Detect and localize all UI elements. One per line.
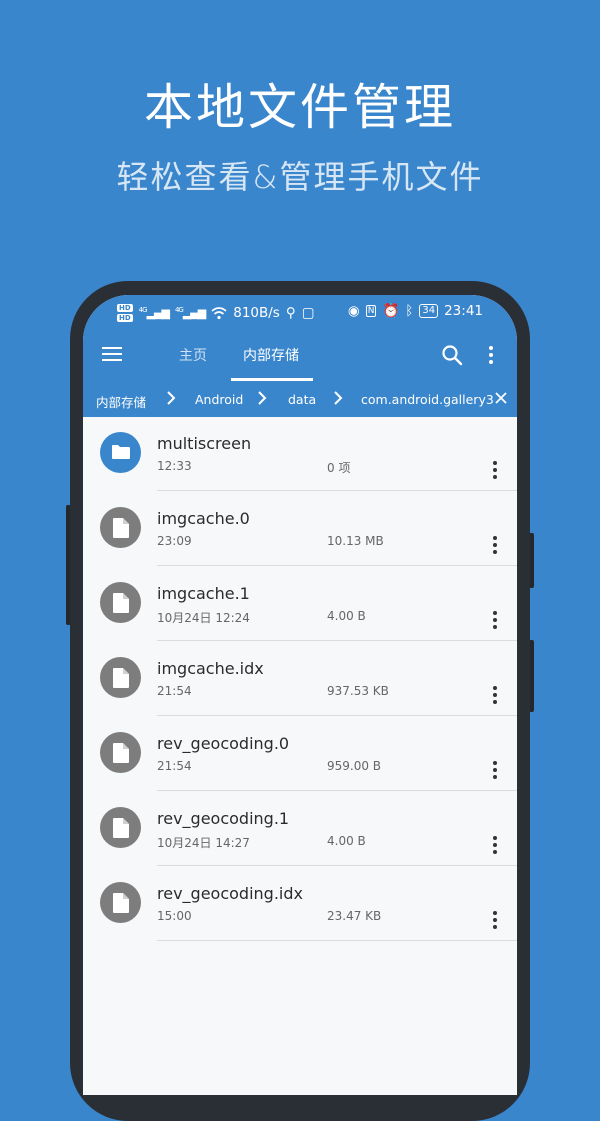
file-size: 4.00 B [327, 834, 366, 848]
file-time: 10月24日 12:24 [157, 611, 250, 625]
screenshot-icon: ▢ [301, 305, 315, 321]
more-options-icon[interactable] [492, 761, 498, 781]
file-name: rev_geocoding.idx [157, 884, 303, 903]
nfc-icon: N [365, 305, 377, 317]
breadcrumb-item-data[interactable]: data [288, 392, 316, 407]
tab-internal-storage[interactable]: 内部存储 [243, 345, 299, 365]
battery-icon: 34 [419, 304, 439, 318]
more-options-icon[interactable] [492, 911, 498, 931]
file-time: 23:09 [157, 534, 192, 548]
breadcrumb: 内部存储 Android data com.android.gallery3 [83, 381, 517, 417]
more-options-icon[interactable] [488, 346, 494, 366]
file-size: 10.13 MB [327, 534, 384, 548]
usb-icon: ⚲ [285, 305, 296, 321]
divider [157, 640, 517, 641]
folder-icon [100, 432, 141, 473]
eye-icon: ◉ [347, 303, 360, 319]
divider [157, 940, 517, 941]
bluetooth-icon: ᛒ [405, 303, 414, 319]
list-item[interactable]: imgcache.0 23:09 10.13 MB [83, 492, 517, 567]
more-options-icon[interactable] [492, 836, 498, 856]
file-name: imgcache.1 [157, 584, 250, 603]
file-size: 0 项 [327, 461, 351, 475]
file-icon [100, 507, 141, 548]
breadcrumb-item-android[interactable]: Android [195, 392, 243, 407]
file-name: multiscreen [157, 434, 252, 453]
file-name: imgcache.idx [157, 659, 264, 678]
chevron-right-icon [258, 391, 267, 405]
divider [157, 790, 517, 791]
file-size: 937.53 KB [327, 684, 389, 698]
divider [157, 490, 517, 491]
search-icon[interactable] [441, 344, 463, 366]
chevron-right-icon [167, 391, 176, 405]
file-time: 12:33 [157, 459, 192, 473]
file-time: 21:54 [157, 759, 192, 773]
divider [157, 565, 517, 566]
alarm-icon: ⏰ [382, 303, 400, 319]
app-toolbar: 主页 内部存储 [83, 331, 517, 381]
list-item[interactable]: imgcache.1 10月24日 12:24 4.00 B [83, 567, 517, 642]
hd-badge-icon: HD HD [117, 304, 133, 322]
divider [157, 865, 517, 866]
file-time: 10月24日 14:27 [157, 836, 250, 850]
file-icon [100, 807, 141, 848]
file-name: imgcache.0 [157, 509, 250, 528]
more-options-icon[interactable] [492, 461, 498, 481]
promo-title: 本地文件管理 [143, 79, 456, 136]
close-icon[interactable] [493, 390, 509, 406]
signal-icon-2: 4G▂▄▆ [174, 306, 206, 320]
more-options-icon[interactable] [492, 536, 498, 556]
file-size: 4.00 B [327, 609, 366, 623]
file-icon [100, 582, 141, 623]
status-bar: HD HD 4G▂▄▆ 4G▂▄▆ 810B/s ⚲ ▢ ◉ N ⏰ ᛒ 34 … [83, 295, 517, 331]
file-icon [100, 882, 141, 923]
promo-subtitle: 轻松查看&管理手机文件 [116, 158, 484, 196]
file-icon [100, 657, 141, 698]
file-name: rev_geocoding.1 [157, 809, 290, 828]
file-time: 21:54 [157, 684, 192, 698]
file-icon [100, 732, 141, 773]
list-item[interactable]: multiscreen 12:33 0 项 [83, 417, 517, 492]
file-size: 23.47 KB [327, 909, 382, 923]
more-options-icon[interactable] [492, 686, 498, 706]
tab-home[interactable]: 主页 [179, 345, 207, 365]
file-size: 959.00 B [327, 759, 382, 773]
list-item[interactable]: rev_geocoding.1 10月24日 14:27 4.00 B [83, 792, 517, 867]
more-options-icon[interactable] [492, 611, 498, 631]
breadcrumb-item-internal-storage[interactable]: 内部存储 [96, 392, 146, 411]
file-list: multiscreen 12:33 0 项 imgcache.0 23:09 1… [83, 417, 517, 942]
network-speed: 810B/s [233, 305, 280, 321]
list-item[interactable]: imgcache.idx 21:54 937.53 KB [83, 642, 517, 717]
list-item[interactable]: rev_geocoding.idx 15:00 23.47 KB [83, 867, 517, 942]
chevron-right-icon [334, 391, 343, 405]
divider [157, 715, 517, 716]
menu-icon[interactable] [102, 347, 122, 363]
clock: 23:41 [444, 303, 483, 319]
file-name: rev_geocoding.0 [157, 734, 290, 753]
breadcrumb-item-gallery3[interactable]: com.android.gallery3 [361, 392, 494, 407]
phone-screen: HD HD 4G▂▄▆ 4G▂▄▆ 810B/s ⚲ ▢ ◉ N ⏰ ᛒ 34 … [83, 295, 517, 1095]
list-item[interactable]: rev_geocoding.0 21:54 959.00 B [83, 717, 517, 792]
signal-icon: 4G▂▄▆ [138, 306, 170, 320]
wifi-icon [211, 306, 227, 319]
file-time: 15:00 [157, 909, 192, 923]
